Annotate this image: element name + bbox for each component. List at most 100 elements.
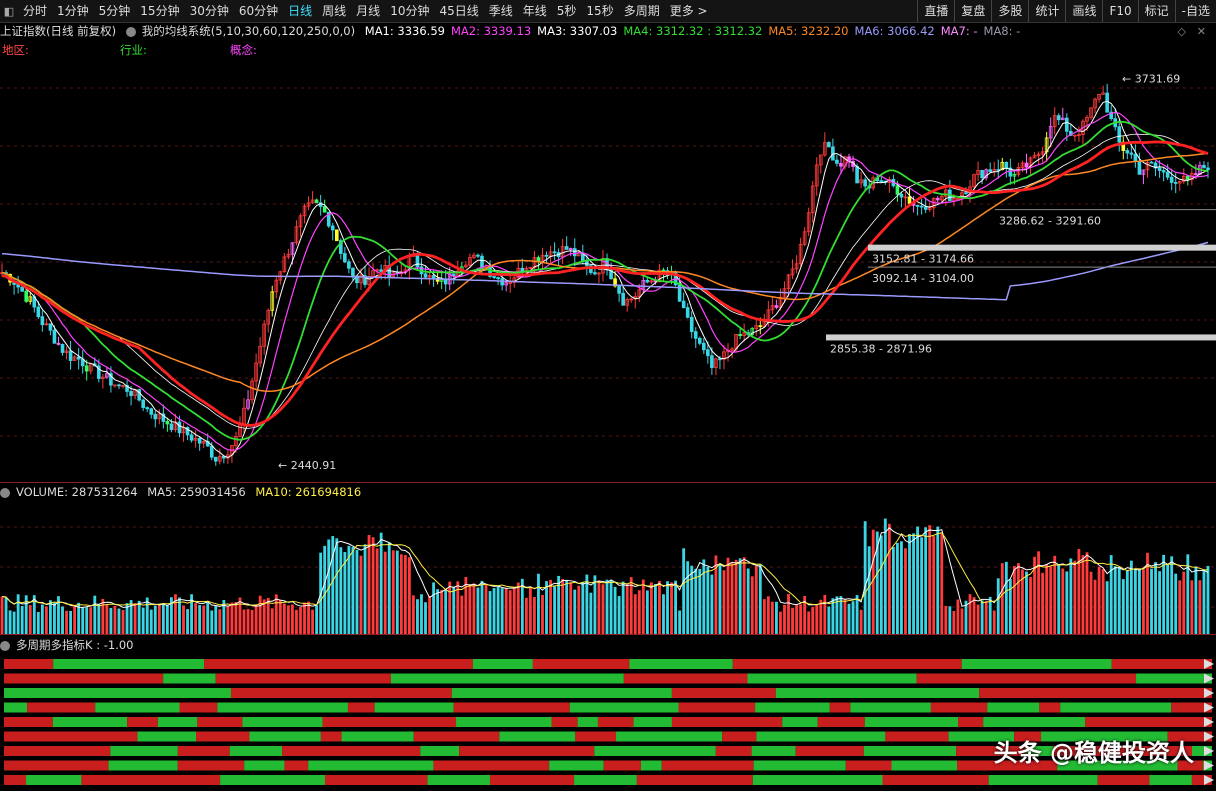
candle-body: [1129, 152, 1134, 155]
period-tab[interactable]: 60分钟: [234, 0, 283, 22]
candle-body: [935, 197, 940, 201]
candle-body: [980, 169, 984, 179]
indicator-segment: [623, 673, 748, 684]
region-label[interactable]: 地区:: [2, 42, 29, 58]
function-button[interactable]: 标记: [1137, 0, 1175, 22]
volume-bar: [444, 589, 448, 634]
candle-body: [621, 292, 625, 306]
volume-bar: [549, 579, 552, 634]
candle-body: [702, 342, 706, 351]
candles: [0, 83, 1210, 466]
restore-icon[interactable]: ◇: [1178, 25, 1186, 38]
candle-body: [738, 333, 742, 337]
period-tab[interactable]: 1分钟: [52, 0, 94, 22]
concept-label[interactable]: 概念:: [230, 42, 257, 58]
volume-bar: [940, 533, 944, 634]
close-icon[interactable]: ✕: [1197, 25, 1206, 38]
indicator-segment: [472, 659, 533, 669]
volume-bar: [625, 583, 629, 634]
volume-bar: [416, 599, 419, 634]
volume-bar: [61, 606, 64, 634]
volume-bar: [641, 579, 645, 634]
period-tab[interactable]: 更多 >: [665, 0, 713, 22]
volume-bar: [157, 604, 161, 634]
period-tab[interactable]: 30分钟: [185, 0, 234, 22]
indicator-segment: [863, 746, 957, 756]
volume-bar: [645, 590, 649, 634]
zone-label: 3152.81 - 3174.66: [872, 253, 974, 266]
indicator-segment: [671, 688, 776, 698]
candle-body: [330, 225, 335, 231]
period-tab[interactable]: 10分钟: [385, 0, 434, 22]
candle-body: [1065, 117, 1069, 132]
volume-bar: [1125, 570, 1129, 634]
indicator-segment: [829, 702, 851, 713]
ma-value: MA5: 3232.20: [768, 24, 849, 38]
volume-bar: [254, 604, 258, 634]
function-button[interactable]: 画线: [1065, 0, 1102, 22]
function-buttons: 直播 复盘 多股 统计 画线 F10 标记 -自选: [917, 0, 1216, 22]
candle-body: [197, 437, 202, 444]
candle-body: [617, 285, 621, 294]
volume-bar: [702, 559, 706, 634]
indicator-segment: [215, 673, 391, 684]
window-menu-icon[interactable]: ◧: [0, 0, 18, 22]
volume-bar: [407, 557, 411, 634]
function-button[interactable]: 统计: [1028, 0, 1065, 22]
volume-ma5: MA5: 259031456: [147, 485, 246, 499]
period-tab[interactable]: 15分钟: [135, 0, 184, 22]
settings-icon[interactable]: [125, 26, 136, 37]
period-tab[interactable]: 分时: [18, 0, 52, 22]
volume-bar: [113, 606, 117, 634]
volume-bar: [944, 605, 948, 634]
volume-bar: [4, 597, 8, 634]
indicator-segment: [108, 760, 178, 771]
function-button[interactable]: F10: [1102, 0, 1137, 22]
volume-label: VOLUME: 287531264: [16, 485, 138, 499]
volume-bar: [1190, 580, 1194, 634]
indicator-settings-icon[interactable]: [0, 640, 10, 651]
period-tab[interactable]: 日线: [283, 0, 317, 22]
indicator-segment: [374, 702, 454, 713]
volume-bar: [597, 580, 601, 634]
industry-label[interactable]: 行业:: [120, 42, 147, 58]
volume-bar: [1150, 568, 1153, 634]
function-button[interactable]: 复盘: [954, 0, 991, 22]
volume-bar: [282, 603, 286, 634]
volume-bar: [198, 605, 202, 634]
volume-bar: [1101, 569, 1105, 634]
candle-body: [56, 342, 61, 345]
indicator-segment: [1111, 659, 1212, 669]
kline-chart[interactable]: 3286.62 - 3291.60 3152.81 - 3174.66 3092.1…: [0, 60, 1216, 482]
period-tab[interactable]: 月线: [351, 0, 385, 22]
period-tab[interactable]: 5秒: [552, 0, 582, 22]
candle-body: [879, 180, 884, 183]
volume-bar: [682, 548, 686, 634]
volume-settings-icon[interactable]: [0, 487, 10, 498]
period-tab[interactable]: 季线: [484, 0, 518, 22]
volume-bar: [621, 581, 625, 634]
indicator-segment: [4, 673, 164, 684]
period-tab[interactable]: 45日线: [434, 0, 483, 22]
volume-bar: [706, 566, 710, 634]
candle-body: [145, 407, 150, 410]
period-tab[interactable]: 15秒: [581, 0, 618, 22]
indicator-segment: [413, 731, 500, 742]
period-tab[interactable]: 5分钟: [94, 0, 136, 22]
function-button[interactable]: 直播: [917, 0, 954, 22]
volume-bar: [1097, 566, 1101, 634]
period-tab[interactable]: 年线: [518, 0, 552, 22]
function-button[interactable]: -自选: [1174, 0, 1216, 22]
indicator-strips[interactable]: [0, 656, 1216, 789]
volume-bar: [335, 538, 339, 634]
candle-body: [1056, 115, 1061, 121]
volume-bar: [795, 604, 798, 634]
period-tab[interactable]: 周线: [317, 0, 351, 22]
period-tab[interactable]: 多周期: [619, 0, 665, 22]
volume-bar: [674, 580, 677, 634]
candle-body: [117, 384, 121, 387]
function-button[interactable]: 多股: [991, 0, 1028, 22]
indicator-segment: [616, 731, 723, 742]
volume-bar: [896, 542, 899, 634]
volume-chart[interactable]: [0, 502, 1216, 634]
